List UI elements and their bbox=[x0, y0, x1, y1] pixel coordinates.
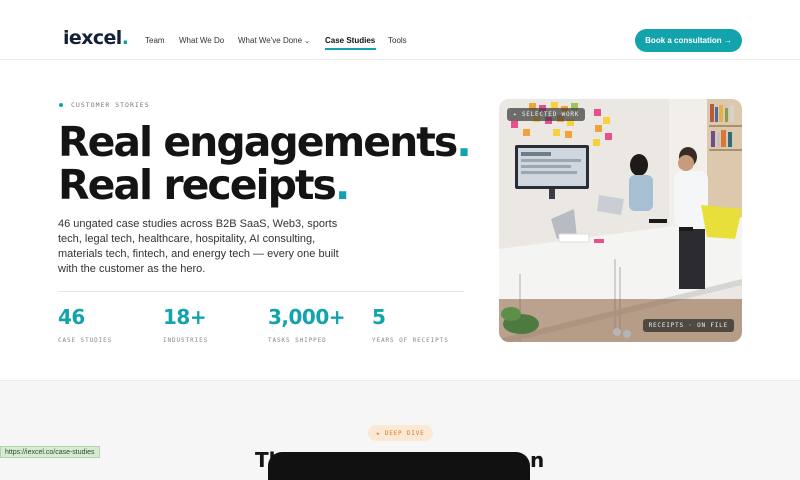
headline-dot-icon: . bbox=[334, 161, 351, 209]
stat-label: CASE STUDIES bbox=[58, 337, 113, 344]
headline-line-2: Real receipts bbox=[58, 161, 337, 209]
section-title-end: n bbox=[530, 448, 545, 472]
stat-label: INDUSTRIES bbox=[163, 337, 209, 344]
book-consultation-button[interactable]: Book a consultation → bbox=[635, 29, 742, 52]
stat-value: 5 bbox=[372, 305, 386, 329]
stat-value: 3,000+ bbox=[268, 305, 346, 329]
stat-label: TASKS SHIPPED bbox=[268, 337, 327, 344]
stat-industries: 18+ INDUSTRIES bbox=[163, 305, 208, 344]
nav-item-what-we-do[interactable]: What We Do bbox=[179, 36, 224, 45]
chevron-down-icon: ⌄ bbox=[304, 38, 310, 45]
stat-value: 46 bbox=[58, 305, 85, 329]
stat-years: 5 YEARS OF RECEIPTS bbox=[372, 305, 449, 344]
hero-description: 46 ungated case studies across B2B SaaS,… bbox=[58, 218, 339, 275]
headline-line-1: Real engagements bbox=[58, 118, 458, 166]
eyebrow: CUSTOMER STORIES bbox=[59, 101, 150, 109]
receipts-badge: RECEIPTS · ON FILE bbox=[642, 319, 734, 332]
selected-work-badge: ✦ SELECTED WORK bbox=[507, 108, 586, 121]
page-title: Real engagements. Real receipts. bbox=[58, 118, 472, 209]
divider bbox=[58, 291, 464, 292]
nav-item-label: What We've Done bbox=[238, 36, 303, 45]
logo-text: iexcel bbox=[63, 27, 122, 49]
nav-item-case-studies[interactable]: Case Studies bbox=[325, 36, 375, 45]
active-nav-underline bbox=[325, 48, 376, 50]
office-meeting-illustration bbox=[499, 99, 742, 342]
deep-dive-pill: ★ DEEP DIVE bbox=[368, 425, 433, 441]
headline-dot-icon: . bbox=[456, 118, 472, 166]
stat-case-studies: 46 CASE STUDIES bbox=[58, 305, 112, 344]
logo-dot: . bbox=[121, 27, 129, 49]
nav-item-tools[interactable]: Tools bbox=[388, 36, 407, 45]
site-header: iexcel. Team What We Do What We've Done ⌄… bbox=[0, 0, 800, 60]
nav-item-what-weve-done[interactable]: What We've Done ⌄ bbox=[238, 36, 310, 45]
eyebrow-label: CUSTOMER STORIES bbox=[71, 101, 150, 109]
stat-label: YEARS OF RECEIPTS bbox=[372, 337, 449, 344]
stat-tasks-shipped: 3,000+ TASKS SHIPPED bbox=[268, 305, 346, 344]
eyebrow-dot-icon bbox=[59, 103, 63, 107]
hero-photo: ✦ SELECTED WORK RECEIPTS · ON FILE bbox=[499, 99, 742, 342]
floating-dark-bar[interactable] bbox=[268, 452, 530, 480]
status-bar-url: https://iexcel.co/case-studies bbox=[0, 446, 100, 458]
logo[interactable]: iexcel. bbox=[63, 29, 129, 48]
stat-value: 18+ bbox=[163, 305, 207, 329]
nav-item-team[interactable]: Team bbox=[145, 36, 165, 45]
